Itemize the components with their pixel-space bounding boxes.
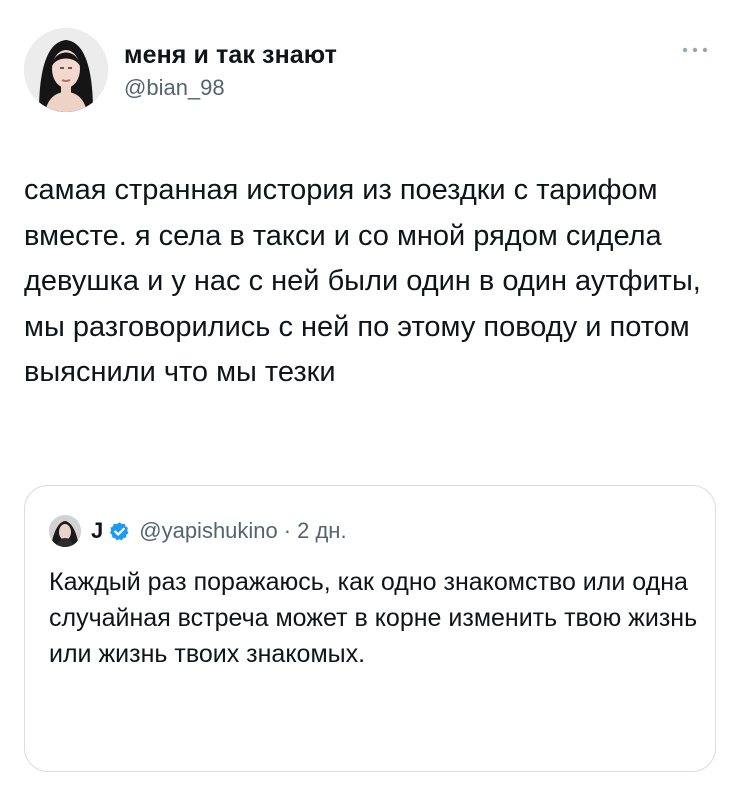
tweet-text: самая странная история из поездки с тари… [24,174,701,389]
quoted-tweet-text: Каждый раз поражаюсь, как одно знакомств… [49,568,698,668]
page: меня и так знают @bian_98 самая странная… [0,0,741,800]
quoted-separator: · [283,518,292,543]
quoted-timestamp[interactable]: 2 дн. [297,518,346,544]
quoted-tweet-card[interactable]: J @yapishukino · 2 дн. Каждый раз поража… [24,485,716,772]
more-horizontal-icon[interactable] [678,42,712,58]
avatar-image [24,28,108,112]
tweet: меня и так знают @bian_98 самая странная… [0,0,741,800]
author-handle[interactable]: @bian_98 [124,74,337,102]
quoted-author-handle[interactable]: @yapishukino [139,518,278,544]
quoted-author-avatar[interactable] [49,515,81,547]
author-avatar[interactable] [24,28,108,112]
tweet-header: меня и так знают @bian_98 [124,40,337,102]
verified-badge-icon [110,521,129,540]
quoted-tweet-header: J @yapishukino · 2 дн. [49,514,347,548]
quoted-avatar-image [49,515,81,547]
quoted-author-name[interactable]: J [91,518,103,544]
author-display-name[interactable]: меня и так знают [124,40,337,70]
